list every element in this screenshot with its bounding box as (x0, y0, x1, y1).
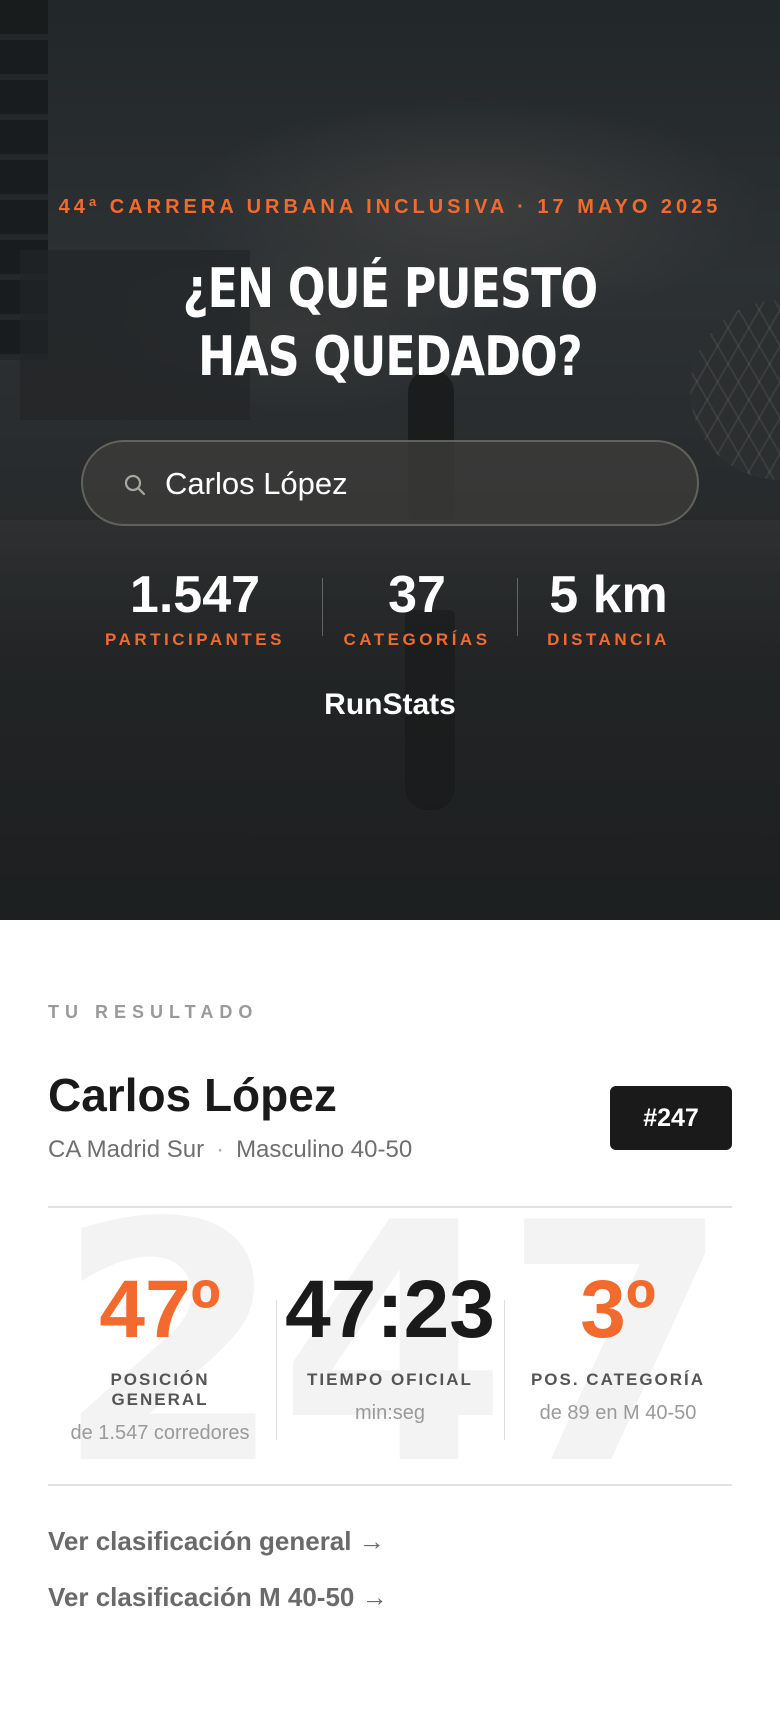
event-stats: 1.547 PARTICIPANTES 37 CATEGORÍAS 5 km D… (0, 562, 780, 652)
divider (48, 1206, 732, 1208)
search-input[interactable] (165, 460, 665, 508)
stat-divider (517, 578, 518, 636)
stat-value: 1.547 (129, 566, 261, 624)
metric-subtext: de 89 en M 40-50 (539, 1402, 697, 1424)
metric-subtext: de 1.547 corredores (70, 1422, 250, 1444)
bib-badge: #247 (610, 1086, 732, 1150)
result-section: 247 TU RESULTADO Carlos López CA Madrid … (0, 920, 780, 1710)
hero-title: ¿EN QUÉ PUESTO HAS QUEDADO? (182, 257, 598, 388)
metric-caption: POS. CATEGORÍA (530, 1370, 706, 1389)
metric-overall-position: 47º POSICIÓN GENERAL de 1.547 corredores (60, 1265, 260, 1445)
stat-divider (322, 578, 323, 636)
hero-content: 44ª CARRERA URBANA INCLUSIVA · 17 MAYO 2… (0, 0, 780, 920)
section-label: TU RESULTADO (48, 1002, 259, 1022)
runner-meta: CA Madrid Sur · Masculino 40-50 (48, 1136, 412, 1164)
runner-club: CA Madrid Sur (48, 1136, 205, 1163)
event-line: 44ª CARRERA URBANA INCLUSIVA · 17 MAYO 2… (58, 196, 722, 218)
metric-divider (504, 1300, 505, 1440)
stat-distance: 5 km DISTANCIA (530, 562, 687, 650)
meta-separator: · (216, 1136, 225, 1163)
metric-value: 3º (580, 1264, 656, 1355)
stat-value: 5 km (549, 566, 668, 624)
brand-logo[interactable]: RunStats (0, 688, 780, 722)
divider (48, 1484, 732, 1486)
stat-value: 37 (388, 566, 446, 624)
stat-label: CATEGORÍAS (343, 630, 491, 649)
metric-subtext: min:seg (354, 1402, 426, 1424)
search-icon (123, 473, 147, 497)
overall-ranking-link[interactable]: Ver clasificación general → (48, 1526, 385, 1557)
category-ranking-link[interactable]: Ver clasificación M 40-50 → (48, 1582, 388, 1613)
search-bar[interactable] (81, 440, 699, 526)
hero-section: 44ª CARRERA URBANA INCLUSIVA · 17 MAYO 2… (0, 0, 780, 920)
stat-label: PARTICIPANTES (105, 630, 285, 649)
runner-name: Carlos López (48, 1069, 337, 1121)
runner-category: Masculino 40-50 (236, 1136, 413, 1163)
metric-category-position: 3º POS. CATEGORÍA de 89 en M 40-50 (518, 1265, 718, 1425)
metric-caption: TIEMPO OFICIAL (307, 1370, 473, 1389)
metric-value: 47º (99, 1264, 221, 1355)
metric-official-time: 47:23 TIEMPO OFICIAL min:seg (275, 1265, 505, 1425)
stat-participants: 1.547 PARTICIPANTES (100, 562, 290, 650)
stat-label: DISTANCIA (547, 630, 670, 649)
metric-caption: POSICIÓN GENERAL (110, 1370, 210, 1409)
metric-value: 47:23 (285, 1264, 495, 1355)
stat-categories: 37 CATEGORÍAS (340, 562, 494, 650)
